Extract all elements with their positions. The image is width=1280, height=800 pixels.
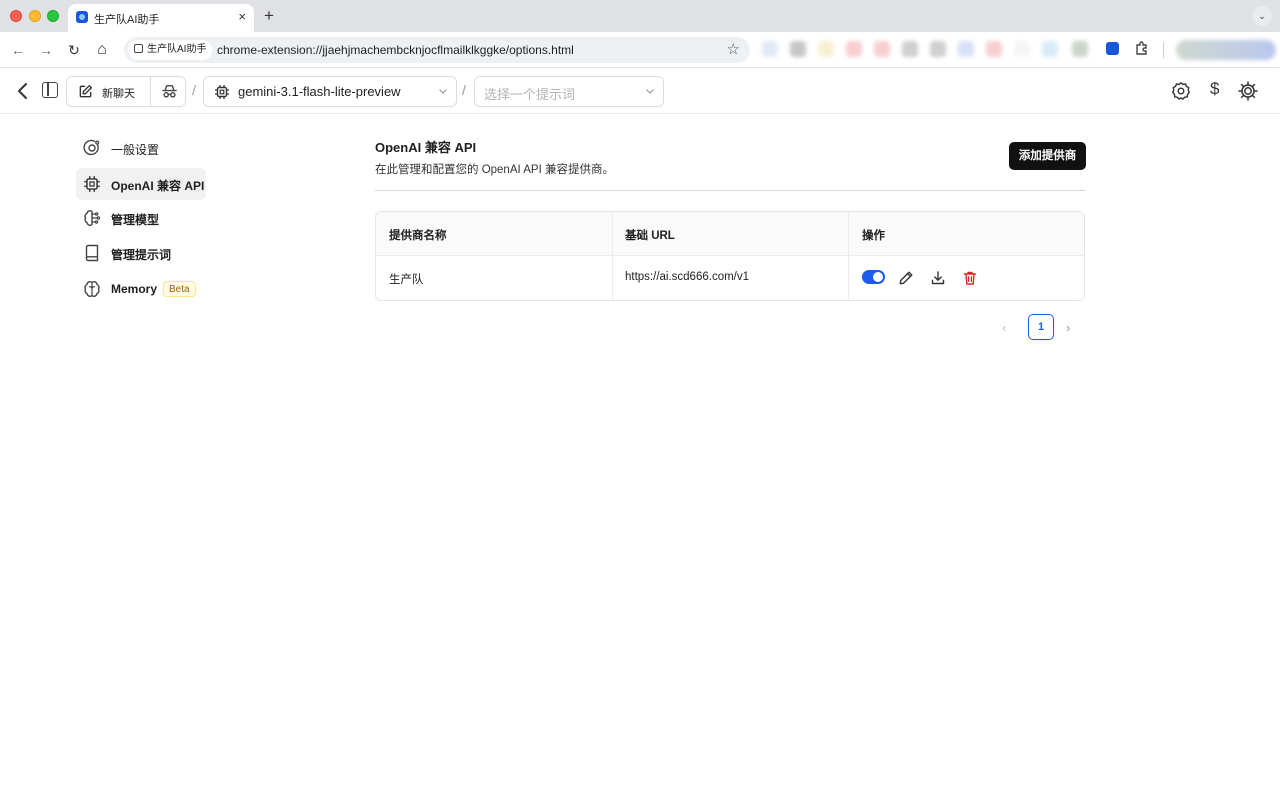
site-chip-label: 生产队AI助手 xyxy=(147,44,207,55)
table-row: 生产队 https://ai.scd666.com/v1 xyxy=(376,256,1084,300)
incognito-icon[interactable] xyxy=(161,83,178,100)
chevron-down-icon xyxy=(439,89,447,94)
providers-table: 提供商名称 基础 URL 操作 生产队 https://ai.scd666.co… xyxy=(375,211,1085,301)
section-divider xyxy=(375,190,1085,191)
tab-search-button[interactable]: ⌄ xyxy=(1252,6,1272,26)
brain-circuit-icon xyxy=(84,210,101,226)
pagination-prev-button[interactable]: ‹ xyxy=(1002,320,1006,335)
beta-badge: Beta xyxy=(163,281,196,297)
breadcrumb-separator: / xyxy=(462,82,466,98)
back-icon[interactable]: ← xyxy=(8,40,28,60)
download-icon[interactable] xyxy=(930,270,946,286)
extension-icon[interactable] xyxy=(930,41,946,57)
extension-icon[interactable] xyxy=(1072,41,1088,57)
sun-settings-icon[interactable] xyxy=(1238,81,1258,101)
browser-tab[interactable]: 生产队AI助手 × xyxy=(68,4,254,32)
settings-gear-icon[interactable] xyxy=(1171,81,1191,101)
chevron-down-icon xyxy=(646,89,654,94)
prompt-select-placeholder: 选择一个提示词 xyxy=(484,87,576,102)
extensions-menu-icon[interactable] xyxy=(1134,40,1150,59)
cpu-chip-icon xyxy=(84,176,100,192)
edit-square-icon xyxy=(79,84,93,98)
extension-puzzle-icon xyxy=(134,44,143,53)
chat-button-group: 新聊天 xyxy=(66,76,186,107)
app-header: 新聊天 / gemini-3.1-flash-lite-preview / 选择… xyxy=(0,69,1280,114)
sidebar-item-openai-api[interactable]: OpenAI 兼容 API xyxy=(76,168,206,200)
column-header-actions: 操作 xyxy=(862,230,885,242)
brain-icon xyxy=(84,281,100,297)
address-bar[interactable]: 生产队AI助手 chrome-extension://jjaehjmachemb… xyxy=(124,37,750,63)
site-info-chip[interactable]: 生产队AI助手 xyxy=(128,40,213,60)
sidebar-item-label: OpenAI 兼容 API xyxy=(111,179,205,193)
dollar-icon[interactable]: $ xyxy=(1210,79,1219,99)
collapse-back-icon[interactable] xyxy=(14,81,32,101)
sidebar-item-label: 管理提示词 xyxy=(111,248,172,262)
provider-url: https://ai.scd666.com/v1 xyxy=(625,271,750,283)
orbit-settings-icon xyxy=(83,139,100,156)
home-icon[interactable]: ⌂ xyxy=(92,40,112,60)
prompt-select[interactable]: 选择一个提示词 xyxy=(474,76,664,107)
model-select[interactable]: gemini-3.1-flash-lite-preview xyxy=(203,76,457,107)
page-title: OpenAI 兼容 API xyxy=(375,140,477,155)
extension-icon[interactable] xyxy=(846,41,862,57)
provider-name: 生产队 xyxy=(389,274,424,286)
extension-icon[interactable] xyxy=(762,41,778,57)
new-tab-button[interactable]: + xyxy=(260,5,278,27)
assistant-extension-icon[interactable] xyxy=(1106,42,1119,55)
extension-icon[interactable] xyxy=(874,41,890,57)
extension-icon[interactable] xyxy=(1042,41,1058,57)
window-zoom-button[interactable] xyxy=(47,10,59,22)
table-header: 提供商名称 基础 URL 操作 xyxy=(376,212,1084,256)
extension-icon[interactable] xyxy=(790,41,806,57)
new-chat-button[interactable]: 新聊天 xyxy=(67,77,151,106)
profile-button[interactable] xyxy=(1176,40,1276,60)
extension-icon[interactable] xyxy=(818,41,834,57)
window-minimize-button[interactable] xyxy=(29,10,41,22)
extension-favicon-icon xyxy=(76,11,88,23)
selected-model: gemini-3.1-flash-lite-preview xyxy=(238,84,401,99)
toolbar-divider xyxy=(1163,42,1164,58)
page-description: 在此管理和配置您的 OpenAI API 兼容提供商。 xyxy=(375,164,614,176)
sidebar-item-prompts[interactable]: 管理提示词 xyxy=(76,237,206,269)
tab-close-icon[interactable]: × xyxy=(238,9,246,25)
cpu-chip-icon xyxy=(215,85,229,99)
provider-enabled-toggle[interactable] xyxy=(862,270,885,284)
bookmark-star-icon[interactable]: ☆ xyxy=(727,40,740,58)
reload-icon[interactable]: ↻ xyxy=(64,40,84,60)
sidebar-item-label: Memory xyxy=(111,282,158,296)
column-header-name: 提供商名称 xyxy=(389,230,447,242)
sidebar-item-label: 一般设置 xyxy=(111,143,160,157)
edit-pencil-icon[interactable] xyxy=(898,270,914,286)
column-header-url: 基础 URL xyxy=(625,230,675,242)
browser-toolbar: ← → ↻ ⌂ 生产队AI助手 chrome-extension://jjaeh… xyxy=(0,32,1280,68)
extension-icon[interactable] xyxy=(958,41,974,57)
window-close-button[interactable] xyxy=(10,10,22,22)
forward-icon[interactable]: → xyxy=(36,40,56,60)
breadcrumb-separator: / xyxy=(192,82,196,98)
new-chat-label: 新聊天 xyxy=(102,88,135,100)
sidebar-item-memory[interactable]: Memory Beta xyxy=(76,273,201,305)
pagination-next-button[interactable]: › xyxy=(1066,320,1070,335)
browser-tab-bar: 生产队AI助手 × + ⌄ xyxy=(0,0,1280,32)
sidebar-item-label: 管理模型 xyxy=(111,213,160,227)
extension-icon[interactable] xyxy=(1014,41,1030,57)
pagination-page-1[interactable]: 1 xyxy=(1028,314,1054,340)
book-icon xyxy=(85,244,99,262)
url-text[interactable]: chrome-extension://jjaehjmachembcknjocfl… xyxy=(217,43,574,57)
trash-icon[interactable] xyxy=(962,270,978,286)
extension-icon[interactable] xyxy=(902,41,918,57)
add-provider-button[interactable]: 添加提供商 xyxy=(1009,142,1086,170)
extension-icon[interactable] xyxy=(986,41,1002,57)
sidebar-toggle-icon[interactable] xyxy=(42,82,58,98)
tab-title: 生产队AI助手 xyxy=(94,14,160,26)
sidebar-item-general[interactable]: 一般设置 xyxy=(76,132,206,164)
sidebar-item-models[interactable]: 管理模型 xyxy=(76,202,206,234)
